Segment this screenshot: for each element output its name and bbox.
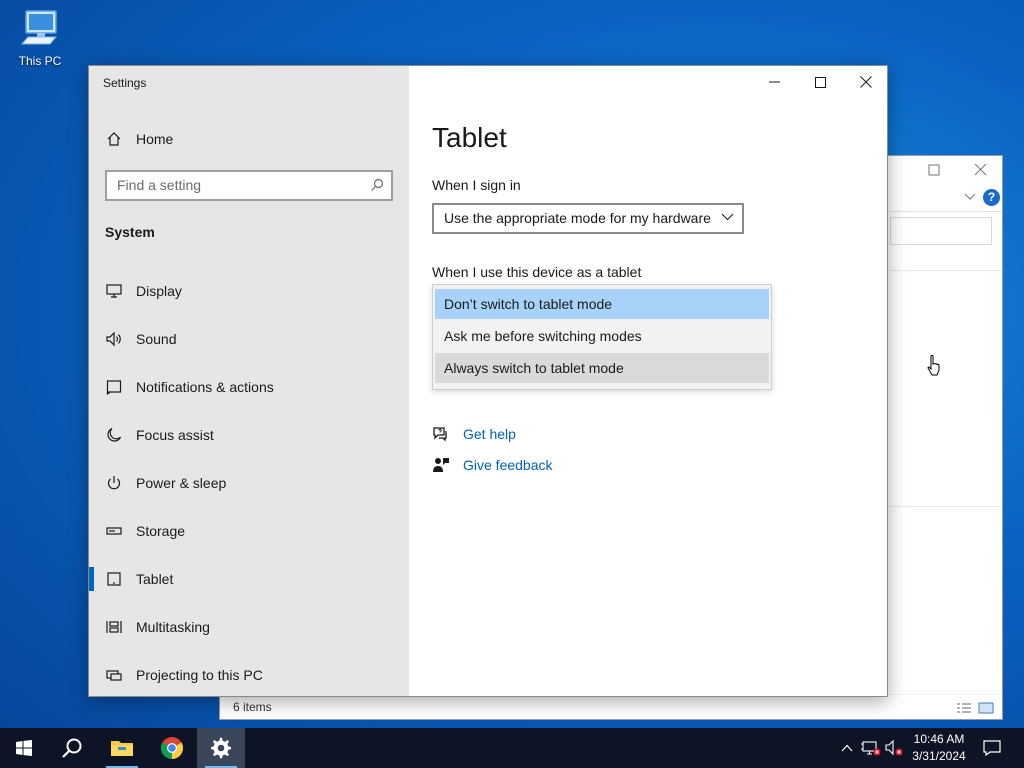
- sidebar-item-power-sleep[interactable]: Power & sleep: [105, 471, 226, 495]
- search-icon: [62, 738, 82, 758]
- clock-date: 3/31/2024: [912, 749, 966, 763]
- get-help-label: Get help: [463, 426, 516, 442]
- folder-icon: [111, 741, 133, 756]
- feedback-icon: [433, 458, 449, 472]
- search-icon: [371, 178, 384, 191]
- mouse-cursor-icon: [927, 355, 940, 376]
- notifications-icon: [105, 378, 123, 396]
- status-bar: 6 items: [220, 694, 1002, 719]
- monitor-icon: [105, 282, 123, 300]
- chrome-icon: [161, 737, 183, 759]
- sidebar-item-label: Projecting to this PC: [136, 667, 263, 683]
- sidebar-item-label: Tablet: [136, 571, 174, 587]
- taskbar-clock[interactable]: 10:46 AM 3/31/2024: [904, 731, 974, 765]
- section-heading: System: [105, 224, 155, 240]
- action-center-button[interactable]: [978, 728, 1006, 768]
- this-pc-label: This PC: [18, 54, 62, 68]
- sidebar-item-storage[interactable]: Storage: [105, 519, 185, 543]
- tablet-mode-dropdown[interactable]: Don’t switch to tablet mode Ask me befor…: [432, 284, 772, 390]
- sidebar-item-focus-assist[interactable]: Focus assist: [105, 423, 214, 447]
- sidebar-item-label: Multitasking: [136, 619, 210, 635]
- volume-button[interactable]: [884, 728, 906, 768]
- tablet-icon: [105, 570, 123, 588]
- settings-content: Tablet When I sign in Use the appropriat…: [409, 66, 940, 696]
- sidebar-item-label: Notifications & actions: [136, 379, 274, 395]
- ribbon-divider: [890, 211, 1002, 212]
- speaker-icon: [105, 330, 123, 348]
- settings-window[interactable]: Settings Home Find a setting System Disp…: [88, 65, 940, 697]
- this-pc-desktop-icon[interactable]: This PC: [12, 8, 68, 68]
- help-chat-icon: [433, 427, 447, 442]
- help-icon[interactable]: ?: [983, 189, 1000, 206]
- maximize-button[interactable]: [797, 66, 843, 98]
- chevron-up-icon: [841, 744, 853, 752]
- sidebar-item-display[interactable]: Display: [105, 279, 182, 303]
- get-help-link[interactable]: Get help: [432, 425, 516, 443]
- power-icon: [105, 474, 123, 492]
- close-icon[interactable]: [974, 163, 987, 176]
- action-center-icon: [983, 740, 1001, 756]
- large-icons-view-icon[interactable]: [978, 702, 994, 714]
- sidebar-item-label: Sound: [136, 331, 177, 347]
- tablet-mode-label: When I use this device as a tablet: [432, 264, 642, 280]
- sidebar-item-projecting[interactable]: Projecting to this PC: [105, 663, 263, 687]
- settings-sidebar: Settings Home Find a setting System Disp…: [89, 66, 409, 696]
- sidebar-item-label: Power & sleep: [136, 475, 227, 491]
- find-setting-input[interactable]: Find a setting: [105, 170, 393, 201]
- maximize-icon: [814, 76, 826, 88]
- taskbar-search-button[interactable]: [48, 728, 96, 768]
- dropdown-option[interactable]: Ask me before switching modes: [435, 321, 769, 351]
- sidebar-item-multitasking[interactable]: Multitasking: [105, 615, 210, 639]
- storage-icon: [105, 522, 123, 540]
- projector-icon: [105, 666, 123, 684]
- network-disconnected-icon: [861, 741, 881, 756]
- multitasking-icon: [105, 618, 123, 636]
- details-view-icon[interactable]: [956, 702, 972, 714]
- home-icon: [105, 130, 123, 148]
- close-icon: [860, 76, 872, 88]
- sign-in-mode-select[interactable]: Use the appropriate mode for my hardware: [432, 203, 744, 234]
- gear-icon: [211, 737, 231, 759]
- give-feedback-label: Give feedback: [463, 457, 553, 473]
- sidebar-item-home[interactable]: Home: [105, 127, 173, 151]
- minimize-icon: [768, 81, 780, 83]
- search-placeholder: Find a setting: [117, 177, 202, 193]
- volume-muted-icon: [885, 739, 903, 756]
- moon-icon: [105, 426, 123, 444]
- windows-logo-icon: [16, 740, 32, 756]
- explorer-divider: [890, 506, 1002, 507]
- sidebar-item-label: Storage: [136, 523, 186, 539]
- chevron-down-icon: [721, 213, 734, 221]
- dropdown-option[interactable]: Don’t switch to tablet mode: [435, 289, 769, 319]
- show-hidden-icons-button[interactable]: [838, 728, 856, 768]
- window-title: Settings: [103, 76, 147, 90]
- sidebar-item-label: Focus assist: [136, 427, 214, 443]
- taskbar-chrome[interactable]: [148, 728, 196, 768]
- network-button[interactable]: [860, 728, 882, 768]
- dropdown-option[interactable]: Always switch to tablet mode: [435, 353, 769, 383]
- minimize-button[interactable]: [751, 66, 797, 98]
- sign-in-mode-value: Use the appropriate mode for my hardware: [444, 210, 711, 226]
- taskbar-file-explorer[interactable]: [98, 728, 146, 768]
- chevron-down-icon[interactable]: [964, 193, 976, 201]
- maximize-icon[interactable]: [928, 164, 940, 176]
- taskbar: 10:46 AM 3/31/2024: [0, 728, 1024, 768]
- give-feedback-link[interactable]: Give feedback: [432, 456, 553, 474]
- sidebar-item-notifications[interactable]: Notifications & actions: [105, 375, 274, 399]
- item-count: 6 items: [233, 700, 272, 714]
- sidebar-item-label: Display: [136, 283, 182, 299]
- computer-icon: [20, 10, 58, 45]
- close-button[interactable]: [843, 66, 889, 98]
- explorer-search-input[interactable]: [890, 217, 992, 245]
- explorer-divider: [890, 270, 1002, 271]
- sidebar-item-sound[interactable]: Sound: [105, 327, 176, 351]
- start-button[interactable]: [0, 728, 48, 768]
- page-title: Tablet: [432, 122, 507, 153]
- clock-time: 10:46 AM: [913, 732, 965, 746]
- taskbar-settings[interactable]: [197, 728, 245, 768]
- active-indicator: [89, 567, 94, 591]
- sidebar-item-tablet[interactable]: Tablet: [105, 567, 173, 591]
- sign-in-label: When I sign in: [432, 177, 521, 193]
- sidebar-item-label: Home: [136, 131, 174, 147]
